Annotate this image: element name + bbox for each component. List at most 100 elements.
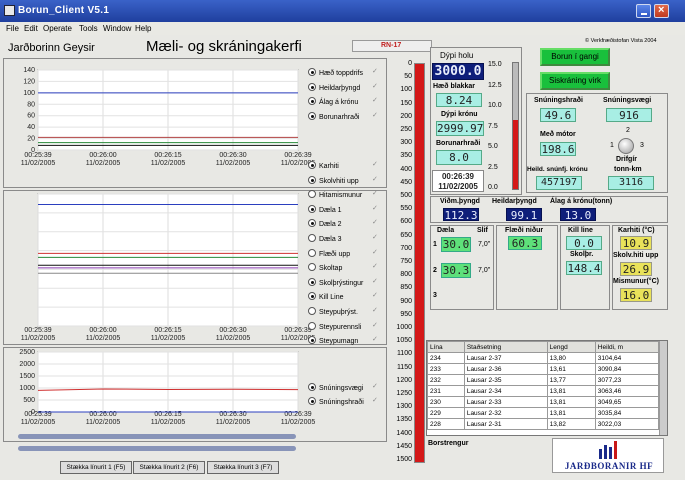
legend3-item[interactable]: Snúningsvægi [308,383,363,392]
radio-icon[interactable] [308,204,316,213]
medmotor-value: 198.6 [540,142,576,156]
radio-icon[interactable] [308,336,316,345]
radio-icon[interactable] [308,277,316,286]
legend2-item[interactable]: Dæla 1 [308,204,342,214]
check-icon[interactable]: ✓ [372,67,378,75]
check-icon[interactable]: ✓ [372,82,378,90]
radio-icon[interactable] [308,307,316,315]
table-header-cell[interactable]: Heildi, m [594,341,660,353]
check-icon[interactable]: ✓ [372,321,378,329]
radio-icon[interactable] [308,161,316,169]
legend2-item[interactable]: Dæla 2 [308,219,342,228]
legend2-item[interactable]: Hitamismunur [308,190,362,199]
legend2-item[interactable]: Steypurennsli [308,321,361,331]
table-row[interactable]: 229 Lausar 2-32 13,81 3035,84 [427,407,660,419]
legend2-item[interactable]: Skoltap [308,263,342,272]
kill-value: 0.0 [566,236,602,250]
borun-button[interactable]: Borun í gangi [540,48,610,66]
legend1-item[interactable]: Heildarþyngd [308,82,360,92]
legend3-item[interactable]: Snúningshraði [308,397,364,406]
check-icon[interactable]: ✓ [372,175,378,183]
legend-label: Borunarhraði [319,113,360,121]
radio-icon[interactable] [308,97,316,105]
check-icon[interactable]: ✓ [372,218,378,226]
radio-icon[interactable] [308,397,316,405]
table-row[interactable]: 232 Lausar 2-35 13,77 3077,23 [427,374,660,386]
radio-icon[interactable] [308,248,316,257]
radio-icon[interactable] [308,175,316,184]
legend2-item[interactable]: Kill Line [308,292,344,301]
radio-icon[interactable] [308,219,316,228]
check-icon[interactable]: ✓ [372,160,378,168]
table-header-cell[interactable]: Lengd [546,341,596,353]
radio-icon[interactable] [308,82,316,91]
clock-display: 00:26:39 11/02/2005 [432,170,484,192]
siskraning-button[interactable]: Siskráning virk [540,72,610,90]
check-icon[interactable]: ✓ [372,204,378,212]
zoom-chart-3-button[interactable]: Stækka línurit 3 (F7) [207,461,279,474]
radio-icon[interactable] [308,321,316,330]
check-icon[interactable]: ✓ [372,248,378,256]
legend2-item[interactable]: Dæla 3 [308,234,342,243]
depth-tick: 800 [400,271,412,279]
rate-tick: 5.0 [488,143,498,150]
chart-scrollbar-2[interactable] [18,446,296,451]
radio-icon[interactable] [308,383,316,391]
chart1-ytick: 60 [27,113,35,120]
check-icon[interactable]: ✓ [372,277,378,285]
legend1-item[interactable]: Borunarhraði [308,111,360,121]
borunarhradi-value: 8.0 [436,150,482,165]
chart3-ytick: 1500 [19,373,35,380]
table-scrollbar[interactable] [659,341,667,435]
haed-blakkar-value: 8.24 [436,93,482,107]
radio-icon[interactable] [308,68,316,76]
check-icon[interactable]: ✓ [372,111,378,119]
table-row[interactable]: 230 Lausar 2-33 13,81 3049,65 [427,396,660,408]
check-icon[interactable]: ✓ [372,262,378,270]
radio-icon[interactable] [308,234,316,242]
chart3-xtick-date: 11/02/2005 [151,419,186,426]
table-header-cell[interactable]: Staðsetning [463,341,548,353]
check-icon[interactable]: ✓ [372,96,378,104]
table-header-cell[interactable]: Lína [427,341,465,353]
drifgir-knob[interactable] [618,138,634,154]
chart1-xtick-date: 11/02/2005 [86,160,121,167]
check-icon[interactable]: ✓ [372,306,378,314]
legend1-item[interactable]: Álag á krónu [308,97,358,106]
skolpr-value: 148.4 [566,261,602,275]
radio-icon[interactable] [308,292,316,301]
chart-scrollbar-1[interactable] [18,434,296,439]
zoom-chart-2-button[interactable]: Stækka línurit 2 (F6) [133,461,205,474]
table-row[interactable]: 231 Lausar 2-34 13,81 3063,46 [427,385,660,397]
legend2-item[interactable]: Skolþrýstingur [308,277,363,287]
mism-value: 16.0 [620,288,652,302]
check-icon[interactable]: ✓ [372,335,378,343]
legend-label: Snúningsvægi [319,385,364,392]
check-icon[interactable]: ✓ [372,233,378,241]
check-icon[interactable]: ✓ [372,291,378,299]
table-row[interactable]: 234 Lausar 2-37 13,80 3104,64 [427,352,660,364]
legend2-item[interactable]: Karhiti [308,161,339,170]
radio-icon[interactable] [308,190,316,199]
company-logo: JARÐBORANIR HF [552,438,664,473]
depth-tick: 600 [400,218,412,226]
zoom-chart-1-button[interactable]: Stækka línurit 1 (F5) [60,461,132,474]
table-row[interactable]: 228 Lausar 2-31 13,82 3022,03 [427,418,660,430]
legend2-item[interactable]: Flæði upp [308,248,350,258]
radio-icon[interactable] [308,111,316,120]
legend2-item[interactable]: Steypumagn [308,336,358,345]
depth-tick: 700 [400,244,412,252]
legend2-item[interactable]: Steypuþrýst. [308,307,358,316]
depth-meter-fill [415,64,424,462]
dypi-holu-value: 3000.0 [432,63,484,80]
table-row[interactable]: 233 Lausar 2-36 13,61 3090,84 [427,363,660,375]
check-icon[interactable]: ✓ [372,396,378,404]
legend2-item[interactable]: Skolvhiti upp [308,175,359,185]
depth-tick: 450 [400,178,412,186]
radio-icon[interactable] [308,263,316,272]
legend1-item[interactable]: Hæð toppdrifs [308,68,363,77]
pipe-table-header: Lína Staðsetning Lengd Heildi, m [427,341,660,353]
table-cell: 13,81 [546,385,596,397]
check-icon[interactable]: ✓ [372,189,378,197]
check-icon[interactable]: ✓ [372,382,378,390]
